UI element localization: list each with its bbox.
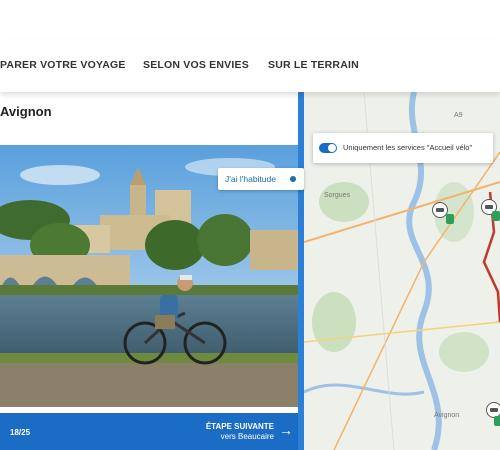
experience-level-label: J'ai l'habitude bbox=[225, 174, 276, 184]
pin-badge-icon bbox=[492, 211, 500, 221]
experience-level-badge[interactable]: J'ai l'habitude bbox=[218, 168, 304, 190]
badge-dot-icon bbox=[290, 176, 296, 182]
map-place-label: A9 bbox=[454, 112, 463, 119]
nav-item-by-interest[interactable]: SELON VOS ENVIES bbox=[143, 59, 249, 71]
top-header bbox=[0, 0, 500, 40]
filter-toggle[interactable] bbox=[319, 143, 337, 153]
pin-badge-icon bbox=[494, 416, 500, 426]
nav-item-prepare-trip[interactable]: PARER VOTRE VOYAGE bbox=[0, 59, 126, 71]
stage-counter: 18/25 bbox=[10, 428, 31, 437]
next-stage-destination: vers Beaucaire bbox=[220, 432, 274, 441]
nav-item-on-the-ground[interactable]: SUR LE TERRAIN bbox=[268, 59, 359, 71]
next-stage-label: ÉTAPE SUIVANTE vers Beaucaire bbox=[206, 422, 274, 442]
filter-label: Uniquement les services "Accueil vélo" bbox=[343, 143, 473, 152]
map-place-label: Sorgues bbox=[324, 192, 351, 199]
accueil-velo-filter: Uniquement les services "Accueil vélo" bbox=[313, 133, 493, 163]
next-stage-button[interactable]: 18/25 ÉTAPE SUIVANTE vers Beaucaire → bbox=[0, 413, 304, 450]
pin-badge-icon bbox=[446, 214, 454, 224]
main-navigation: PARER VOTRE VOYAGE SELON VOS ENVIES SUR … bbox=[0, 40, 500, 92]
arrow-right-icon: → bbox=[279, 422, 293, 438]
next-stage-title: ÉTAPE SUIVANTE bbox=[205, 422, 274, 431]
stage-title: Avignon bbox=[0, 104, 52, 119]
map-place-label: Avignon bbox=[434, 412, 460, 419]
